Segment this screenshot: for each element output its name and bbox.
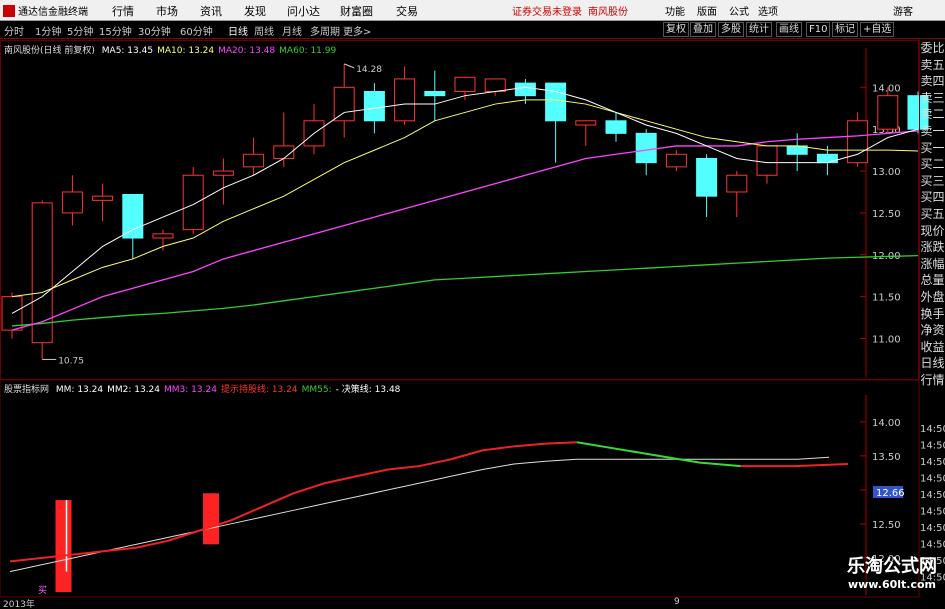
- watermark-url: www.60lt.com: [847, 578, 937, 591]
- sub-chart-frame: [0, 379, 920, 598]
- sidebar-item-7[interactable]: 买二: [920, 156, 945, 173]
- sub-legend-3: 提示持股线: 13.24: [220, 385, 298, 395]
- sidebar-item-10[interactable]: 买五: [920, 206, 945, 223]
- sub-right-label-0: 14:50: [920, 424, 945, 435]
- sidebar-item-0[interactable]: 委比: [920, 40, 945, 57]
- candle-body-19: [575, 120, 597, 126]
- sub-axis-label-0: 14.00: [872, 418, 901, 429]
- candle-body-20: [605, 120, 627, 134]
- signal-bar-1: [203, 493, 219, 545]
- sub-axis-label-3: 12.50: [872, 520, 901, 531]
- sub-right-label-7: 14:50: [920, 540, 945, 551]
- sidebar-item-5[interactable]: 卖一: [920, 123, 945, 140]
- main-axis-label-0: 14.00: [872, 83, 901, 94]
- ma5-line: [11, 86, 919, 314]
- date-axis: 2013年 9: [0, 597, 920, 609]
- hold-line: [9, 441, 578, 563]
- sidebar-item-15[interactable]: 外盘: [920, 289, 945, 306]
- date-label-mid: 9: [674, 597, 680, 607]
- hold-line-tail: [740, 463, 848, 468]
- sub-current-value: 12.66: [876, 488, 905, 499]
- sidebar-item-9[interactable]: 买四: [920, 189, 945, 206]
- sidebar-item-8[interactable]: 买三: [920, 173, 945, 190]
- candle-body-22: [665, 153, 687, 168]
- main-axis-label-6: 11.00: [872, 335, 901, 346]
- sub-chart-legend: 股票指标网 MM: 13.24 MM2: 13.24 MM3: 13.24 提示持股线…: [4, 382, 408, 395]
- sidebar-item-1[interactable]: 卖五: [920, 57, 945, 74]
- decision-line: [9, 456, 830, 573]
- sidebar-item-17[interactable]: 净资: [920, 322, 945, 339]
- candle-body-29: [877, 95, 899, 130]
- candle-body-6: [182, 174, 204, 231]
- ma10-line: [11, 99, 919, 298]
- candle-body-15: [454, 76, 476, 92]
- candle-body-12: [363, 90, 385, 122]
- main-axis-label-3: 12.50: [872, 209, 901, 220]
- buy-marker-label: 买: [38, 585, 47, 596]
- candle-body-5: [152, 233, 174, 239]
- candle-body-3: [92, 195, 114, 201]
- mm55-line: [576, 441, 741, 468]
- sub-legend-2: MM3: 13.24: [164, 385, 217, 395]
- sidebar-item-3[interactable]: 卖三: [920, 90, 945, 107]
- sidebar-item-19[interactable]: 日线: [920, 355, 945, 372]
- sidebar-item-11[interactable]: 现价: [920, 223, 945, 240]
- candle-body-24: [726, 174, 748, 193]
- sub-legend-1: MM2: 13.24: [107, 385, 161, 395]
- candle-body-13: [394, 78, 416, 122]
- sidebar-item-12[interactable]: 涨跌: [920, 239, 945, 256]
- sub-right-label-4: 14:50: [920, 490, 945, 501]
- main-axis-label-2: 13.00: [872, 167, 901, 178]
- sub-legend-0: MM: 13.24: [55, 385, 104, 395]
- sub-right-label-5: 14:50: [920, 507, 945, 518]
- sidebar-item-6[interactable]: 买一: [920, 140, 945, 157]
- candle-body-8: [243, 153, 265, 168]
- sidebar-item-2[interactable]: 卖四: [920, 73, 945, 90]
- sub-legend-4: MM55:: [301, 385, 332, 395]
- main-axis-label-5: 11.50: [872, 293, 901, 304]
- candle-body-2: [61, 191, 83, 214]
- watermark-title: 乐淘公式网: [847, 556, 937, 577]
- candle-body-7: [212, 170, 234, 176]
- candle-body-17: [514, 82, 536, 97]
- low-annot-label: 10.75: [58, 356, 84, 366]
- ma60-line: [11, 254, 919, 327]
- high-annot-label: 14.28: [356, 65, 382, 75]
- candle-body-16: [484, 78, 506, 92]
- sidebar-item-20[interactable]: 行情: [920, 372, 945, 389]
- signal-bar-0: [55, 500, 72, 592]
- main-chart: 14.0013.5013.0012.5012.0011.5011.0014.28…: [0, 48, 945, 598]
- candle-body-18: [545, 82, 567, 122]
- candle-body-14: [424, 90, 446, 97]
- sub-right-label-2: 14:50: [920, 457, 945, 468]
- ma20-line: [11, 130, 919, 331]
- sidebar-item-13[interactable]: 涨幅: [920, 256, 945, 273]
- sidebar-item-16[interactable]: 换手: [920, 306, 945, 323]
- sub-axis-label-1: 13.50: [872, 452, 901, 463]
- quote-sidebar: 委比 卖五 卖四 卖三 卖二 卖一 买一 买二 买三 买四 买五 现价 涨跌 涨幅 总量 外盘 换手 净资 收益 日线…: [919, 40, 945, 387]
- candle-body-25: [756, 145, 778, 176]
- sidebar-item-4[interactable]: 卖二: [920, 106, 945, 123]
- candle-body-21: [635, 132, 657, 164]
- watermark: 乐淘公式网 www.60lt.com: [847, 552, 937, 591]
- candle-body-4: [122, 193, 144, 239]
- date-label-start: 2013年: [3, 600, 35, 609]
- sub-right-label-6: 14:50: [920, 523, 945, 534]
- sidebar-item-14[interactable]: 总量: [920, 272, 945, 289]
- sub-right-label-1: 14:50: [920, 441, 945, 452]
- candle-body-11: [333, 86, 355, 122]
- sub-legend-5: - 决策线: 13.48: [335, 385, 401, 395]
- high-annot-line: [344, 63, 355, 69]
- sub-right-label-3: 14:50: [920, 474, 945, 485]
- sidebar-item-18[interactable]: 收益: [920, 339, 945, 356]
- candle-body-27: [816, 153, 838, 164]
- sub-chart-title: 股票指标网: [4, 385, 50, 395]
- candle-body-23: [696, 157, 718, 197]
